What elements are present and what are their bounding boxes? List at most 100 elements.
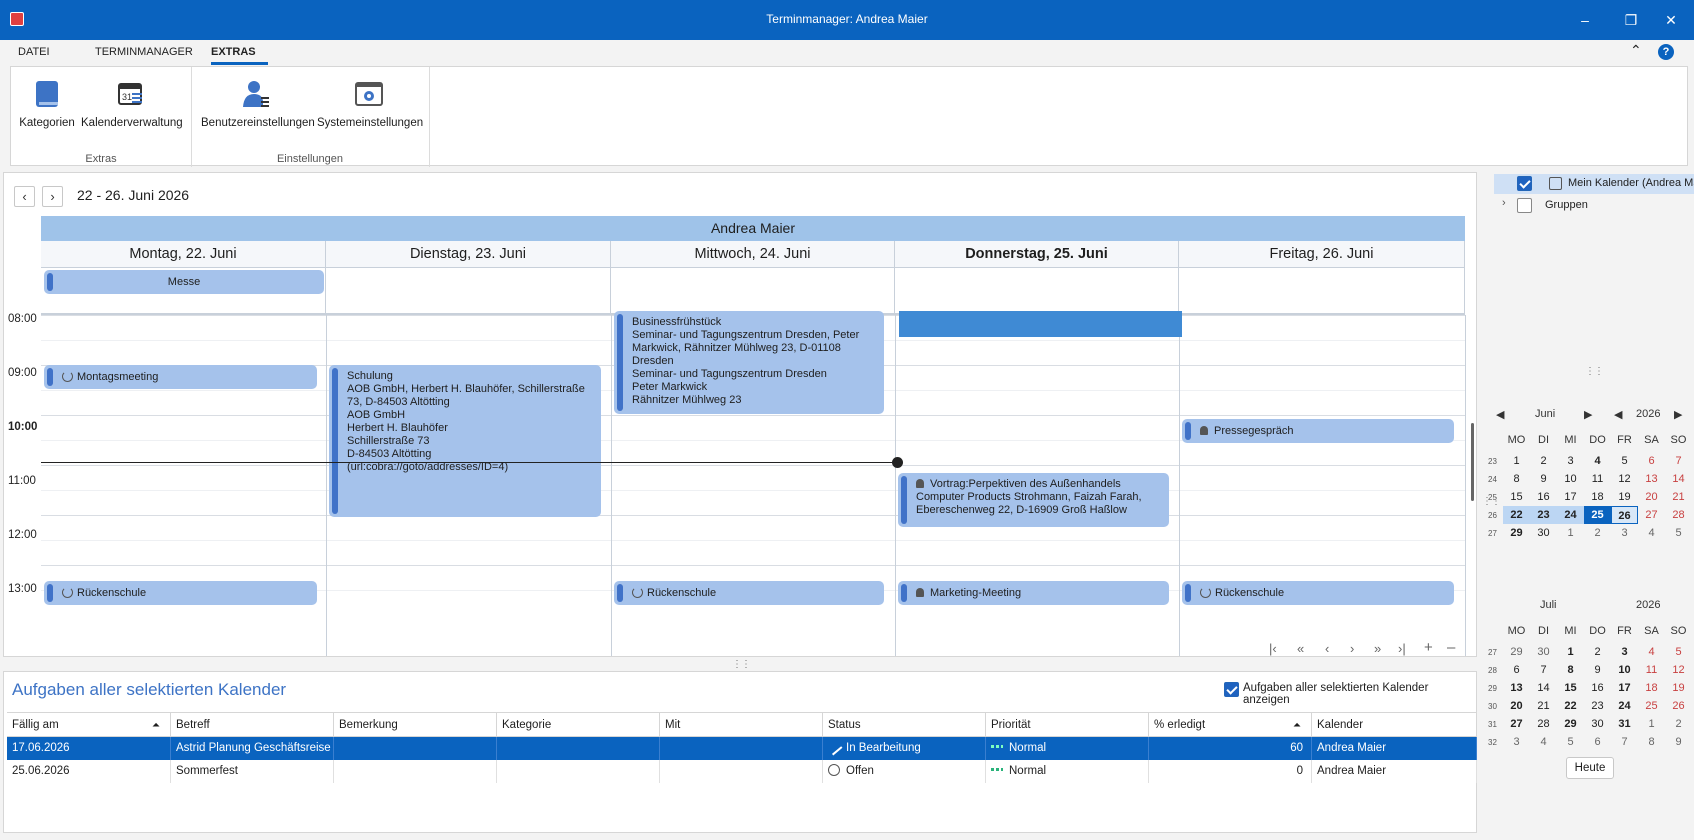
minical-day[interactable]: 27 xyxy=(1503,715,1530,733)
minical-day[interactable]: 30 xyxy=(1584,715,1611,733)
minical-day[interactable]: 6 xyxy=(1638,452,1665,470)
pager-add-button[interactable]: + xyxy=(1424,639,1433,656)
minical-day[interactable]: 15 xyxy=(1557,679,1584,697)
minical-day[interactable]: 17 xyxy=(1557,488,1584,506)
minical-day[interactable]: 7 xyxy=(1665,452,1692,470)
minical-day[interactable]: 27 xyxy=(1638,506,1665,524)
minical-day[interactable]: 21 xyxy=(1665,488,1692,506)
minical-day[interactable]: 20 xyxy=(1503,697,1530,715)
minical-day[interactable]: 17 xyxy=(1611,679,1638,697)
allday-cell[interactable] xyxy=(1179,268,1465,313)
splitter-grip-icon[interactable]: ⋮⋮ xyxy=(1585,366,1604,377)
minical-day[interactable]: 9 xyxy=(1584,661,1611,679)
pager-next-page-button[interactable]: » xyxy=(1374,641,1381,656)
minical-day[interactable]: 5 xyxy=(1611,452,1638,470)
appointment-marketing-meeting[interactable]: Marketing-Meeting xyxy=(898,581,1169,605)
appointment-schulung[interactable]: Schulung AOB GmbH, Herbert H. Blauhöfer,… xyxy=(329,365,601,517)
tab-extras[interactable]: EXTRAS xyxy=(211,46,256,58)
minimize-button[interactable]: – xyxy=(1562,0,1608,40)
col-betreff[interactable]: Betreff xyxy=(171,712,334,737)
kalenderverwaltung-button[interactable]: 31 Kalenderverwaltung xyxy=(81,67,183,137)
tab-terminmanager[interactable]: TERMINMANAGER xyxy=(95,46,193,58)
minical-day[interactable]: 4 xyxy=(1530,733,1557,751)
appointment-montagsmeeting[interactable]: Montagsmeeting xyxy=(44,365,317,389)
expand-icon[interactable]: › xyxy=(1502,197,1506,209)
minical-day[interactable]: 3 xyxy=(1611,643,1638,661)
minical-day[interactable]: 16 xyxy=(1530,488,1557,506)
minical-day[interactable]: 8 xyxy=(1557,661,1584,679)
minical-day[interactable]: 23 xyxy=(1530,506,1557,524)
minical-day[interactable]: 2 xyxy=(1584,524,1611,542)
day-header-friday[interactable]: Freitag, 26. Juni xyxy=(1179,241,1465,268)
minical-day[interactable]: 2 xyxy=(1584,643,1611,661)
minical-day[interactable]: 30 xyxy=(1530,643,1557,661)
groups-checkbox[interactable] xyxy=(1517,198,1532,213)
minical-day[interactable]: 29 xyxy=(1557,715,1584,733)
month-june[interactable]: Juni xyxy=(1535,408,1555,420)
table-row[interactable]: 25.06.2026 Sommerfest Offen Normal 0 And… xyxy=(7,760,1477,783)
minical-day[interactable]: 9 xyxy=(1530,470,1557,488)
appointment-rueckenschule[interactable]: Rückenschule xyxy=(1182,581,1454,605)
next-week-button[interactable]: › xyxy=(42,186,63,207)
minical-day[interactable]: 15 xyxy=(1503,488,1530,506)
pager-last-button[interactable]: ›| xyxy=(1398,641,1406,656)
minical-day[interactable]: 19 xyxy=(1665,679,1692,697)
minical-day[interactable]: 30 xyxy=(1530,524,1557,542)
today-button[interactable]: Heute xyxy=(1566,757,1614,779)
minical-day[interactable]: 14 xyxy=(1530,679,1557,697)
systemeinstellungen-button[interactable]: Systemeinstellungen xyxy=(317,67,423,137)
minical-day[interactable]: 19 xyxy=(1611,488,1638,506)
col-prioritaet[interactable]: Priorität xyxy=(986,712,1149,737)
minical-day[interactable]: 25 xyxy=(1584,506,1611,524)
appointment-businessfruehstueck[interactable]: Businessfrühstück Seminar- und Tagungsze… xyxy=(614,311,884,414)
minical-day[interactable]: 24 xyxy=(1557,506,1584,524)
appointment-rueckenschule[interactable]: Rückenschule xyxy=(44,581,317,605)
minical-day[interactable]: 7 xyxy=(1611,733,1638,751)
minical-day[interactable]: 12 xyxy=(1611,470,1638,488)
minical-day[interactable]: 26 xyxy=(1665,697,1692,715)
minical-day[interactable]: 4 xyxy=(1638,643,1665,661)
minical-day[interactable]: 6 xyxy=(1503,661,1530,679)
minical-day[interactable]: 22 xyxy=(1557,697,1584,715)
minical-day[interactable]: 3 xyxy=(1611,524,1638,542)
minical-day[interactable]: 11 xyxy=(1584,470,1611,488)
minical-day[interactable]: 28 xyxy=(1530,715,1557,733)
minical-day[interactable]: 29 xyxy=(1503,643,1530,661)
next-year-icon[interactable]: ▶ xyxy=(1674,408,1682,421)
day-header-wednesday[interactable]: Mittwoch, 24. Juni xyxy=(611,241,895,268)
col-faellig-am[interactable]: Fällig am ⏶ xyxy=(7,712,171,737)
appointment-rueckenschule[interactable]: Rückenschule xyxy=(614,581,884,605)
minical-day[interactable]: 5 xyxy=(1665,643,1692,661)
minical-day[interactable]: 14 xyxy=(1665,470,1692,488)
my-calendar-checkbox[interactable] xyxy=(1517,176,1532,191)
minical-day[interactable]: 7 xyxy=(1530,661,1557,679)
minical-day[interactable]: 1 xyxy=(1638,715,1665,733)
minical-day[interactable]: 22 xyxy=(1503,506,1530,524)
day-header-thursday[interactable]: Donnerstag, 25. Juni xyxy=(895,241,1179,268)
minical-day[interactable]: 18 xyxy=(1638,679,1665,697)
prev-year-icon[interactable]: ◀ xyxy=(1614,408,1622,421)
minical-day[interactable]: 24 xyxy=(1611,697,1638,715)
minical-day[interactable]: 3 xyxy=(1503,733,1530,751)
allday-cell[interactable] xyxy=(895,268,1179,313)
col-status[interactable]: Status xyxy=(823,712,986,737)
minical-day[interactable]: 13 xyxy=(1638,470,1665,488)
minical-day[interactable]: 23 xyxy=(1584,697,1611,715)
minical-day[interactable]: 5 xyxy=(1665,524,1692,542)
splitter-grip-icon[interactable]: ⋮⋮ xyxy=(732,659,751,670)
pager-first-button[interactable]: |‹ xyxy=(1269,641,1277,656)
minical-day[interactable]: 13 xyxy=(1503,679,1530,697)
calendar-scrollbar[interactable] xyxy=(1471,423,1474,501)
minical-day[interactable]: 12 xyxy=(1665,661,1692,679)
minical-day[interactable]: 1 xyxy=(1557,524,1584,542)
minical-day[interactable]: 9 xyxy=(1665,733,1692,751)
minical-day[interactable]: 2 xyxy=(1530,452,1557,470)
col-mit[interactable]: Mit xyxy=(660,712,823,737)
prev-week-button[interactable]: ‹ xyxy=(14,186,35,207)
minical-day[interactable]: 2 xyxy=(1665,715,1692,733)
minical-day[interactable]: 25 xyxy=(1638,697,1665,715)
minical-day[interactable]: 31 xyxy=(1611,715,1638,733)
allday-cell[interactable] xyxy=(326,268,611,313)
minical-day[interactable]: 8 xyxy=(1503,470,1530,488)
minical-day[interactable]: 21 xyxy=(1530,697,1557,715)
